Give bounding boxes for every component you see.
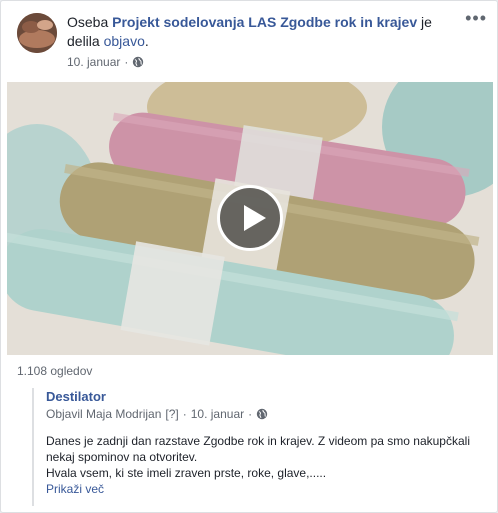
group-name-link[interactable]: Projekt sodelovanja LAS Zgodbe rok in kr… — [112, 14, 417, 30]
help-marker[interactable]: [?] — [165, 406, 178, 422]
object-link[interactable]: objavo — [104, 33, 145, 49]
shared-post-line: Hvala vsem, ki ste imeli zraven prste, r… — [46, 466, 327, 480]
avatar[interactable] — [17, 13, 57, 53]
post-date[interactable]: 10. januar — [67, 55, 120, 69]
post-card: Oseba Projekt sodelovanja LAS Zgodbe rok… — [0, 0, 498, 513]
globe-icon[interactable] — [256, 408, 268, 420]
shared-page-name[interactable]: Destilator — [46, 388, 484, 406]
shared-post-text: Danes je zadnji dan razstave Zgodbe rok … — [46, 433, 486, 481]
shared-post-meta: Objavil Maja Modrijan [?] · 10. januar · — [46, 406, 484, 422]
post-header-text: Oseba Projekt sodelovanja LAS Zgodbe rok… — [67, 13, 457, 51]
shared-post: Destilator Objavil Maja Modrijan [?] · 1… — [32, 388, 484, 506]
globe-icon[interactable] — [132, 56, 144, 68]
avatar-image — [17, 13, 57, 53]
shared-meta-separator: · — [182, 407, 187, 421]
header-suffix: . — [144, 33, 149, 49]
shared-meta-separator-2: · — [248, 407, 253, 421]
video-player[interactable] — [7, 82, 493, 355]
header-prefix: Oseba — [67, 14, 109, 30]
shared-post-date[interactable]: 10. januar — [191, 406, 244, 422]
shared-post-line: Danes je zadnji dan razstave Zgodbe rok … — [46, 434, 470, 464]
see-more-link[interactable]: Prikaži več — [46, 481, 484, 497]
post-meta: 10. januar · — [67, 55, 144, 69]
shared-author: Objavil Maja Modrijan — [46, 407, 162, 421]
more-options-button[interactable]: ••• — [465, 9, 487, 27]
meta-separator: · — [124, 55, 129, 69]
view-count: 1.108 ogledov — [17, 364, 93, 378]
play-icon[interactable] — [217, 185, 283, 251]
